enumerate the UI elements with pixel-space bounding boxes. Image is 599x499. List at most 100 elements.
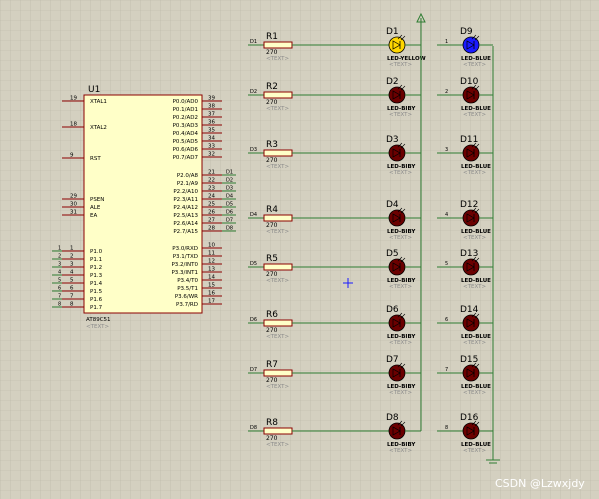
pin-name: P3.4/T0 [177,278,198,284]
pin-name: P3.6/WR [175,294,198,300]
pin-number: 29 [70,194,77,200]
resistor-ref: R7 [266,360,278,370]
led-ref: D11 [460,135,478,145]
pin-number: 37 [208,112,215,118]
pin-name: P0.6/AD6 [173,147,199,153]
led-text: <TEXT> [389,112,412,118]
resistor-value: 270 [266,327,278,334]
pin-name: RST [90,156,101,162]
resistor-body [263,369,293,377]
pin-number: 22 [208,178,215,184]
p2-net-label: D3 [226,186,233,192]
led-ref: D12 [460,200,478,210]
resistor-body [263,214,293,222]
p1-net-label: 6 [58,286,61,292]
led-ref: D13 [460,249,478,259]
pin-name: P0.7/AD7 [173,155,199,161]
pin-name: P2.4/A12 [173,205,198,211]
pin-number: 19 [70,96,77,102]
p1-net-label: 7 [58,294,61,300]
led-body [388,258,406,276]
pin-number: 6 [70,286,74,292]
pin-name: P3.3/INT1 [171,270,198,276]
led-body [462,209,480,227]
pin-number: 15 [208,283,215,289]
led-text: <TEXT> [389,340,412,346]
pin-name: PSEN [90,197,104,203]
led-ref: D7 [386,355,399,365]
led-ref: D10 [460,77,479,87]
led-body [462,86,480,104]
led-body [462,314,480,332]
resistor-ref: R2 [266,82,278,92]
resistor-value: 270 [266,271,278,278]
right-net-label: 6 [445,317,448,323]
pin-name: P3.2/INT0 [171,262,198,268]
resistor-text: <TEXT> [266,229,289,235]
resistor-body [263,41,293,49]
resistor-body [263,149,293,157]
right-net-label: 7 [445,367,448,373]
led-text: <TEXT> [389,448,412,454]
watermark: CSDN @Lzwxjdy [495,477,585,490]
pin-name: P2.5/A13 [173,213,198,219]
pin-number: 32 [208,152,215,158]
led-body [388,144,406,162]
pin-name: ALE [90,205,101,211]
pin-name: P0.5/AD5 [173,139,199,145]
pin-number: 30 [70,202,77,208]
right-net-label: 8 [445,425,448,431]
led-body [462,422,480,440]
resistor-ref: R4 [266,205,278,215]
resistor-text: <TEXT> [266,164,289,170]
p1-net-label: 3 [58,262,61,268]
pin-number: 28 [208,226,215,232]
led-body [462,364,480,382]
led-ref: D6 [386,305,399,315]
resistor-body [263,427,293,435]
right-net-label: 5 [445,261,448,267]
right-net-label: 3 [445,147,448,153]
pin-number: 16 [208,291,215,297]
resistor-ref: R8 [266,418,278,428]
resistor-ref: R6 [266,310,278,320]
resistor-ref: R1 [266,32,278,42]
led-text: <TEXT> [389,62,412,68]
led-body [388,364,406,382]
pin-name: P2.6/A14 [173,221,198,227]
resistor-text: <TEXT> [266,384,289,390]
led-text: <TEXT> [389,390,412,396]
pin-name: P2.0/A8 [177,173,199,179]
led-text: <TEXT> [463,390,486,396]
pin-name: P1.7 [90,305,103,311]
led-ref: D1 [386,27,399,37]
pin-name: P1.0 [90,249,103,255]
p2-net-label: D8 [226,226,233,232]
pin-name: P0.0/AD0 [173,99,199,105]
led-text: <TEXT> [463,62,486,68]
p2-net-label: D7 [226,218,233,224]
pin-number: 9 [70,153,74,159]
led-text: <TEXT> [463,112,486,118]
led-text: <TEXT> [389,284,412,290]
pin-number: 31 [70,210,77,216]
led-text: <TEXT> [463,284,486,290]
resistor-value: 270 [266,157,278,164]
pin-number: 4 [70,270,74,276]
led-ref: D14 [460,305,479,315]
resistor-body [263,319,293,327]
led-text: <TEXT> [463,340,486,346]
pin-name: P3.0/RXD [172,246,198,252]
pin-number: 38 [208,104,215,110]
pin-number: 21 [208,170,215,176]
right-net-label: 2 [445,89,448,95]
resistor-body [263,263,293,271]
p1-net-label: 2 [58,254,61,260]
schematic-canvas[interactable]: U1 19XTAL118XTAL29RST29PSEN30ALE31EA1P1.… [0,0,599,499]
pin-number: 24 [208,194,215,200]
pin-name: P1.6 [90,297,103,303]
right-net-label: 4 [445,212,448,218]
pin-name: P2.1/A9 [177,181,199,187]
led-body [388,209,406,227]
resistor-text: <TEXT> [266,106,289,112]
